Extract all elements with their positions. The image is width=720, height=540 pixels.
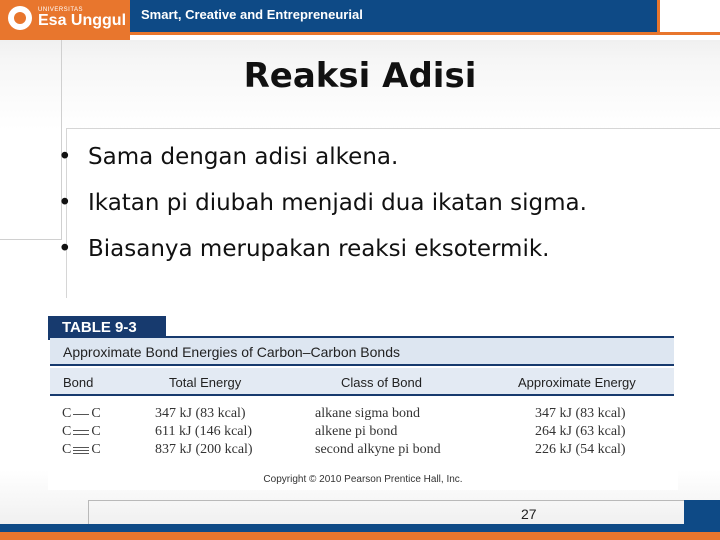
table-caption: Approximate Bond Energies of Carbon–Carb…: [50, 338, 674, 366]
university-logo: UNIVERSITAS Esa Unggul: [8, 6, 126, 30]
footer-blue-stripe: [0, 524, 720, 532]
table-row: C C 347 kJ (83 kcal) alkane sigma bond 3…: [50, 406, 674, 424]
atom-label: C: [91, 406, 101, 421]
table-label: TABLE 9-3: [48, 316, 166, 340]
page-number: 27: [521, 506, 537, 522]
bond-class-cell: alkane sigma bond: [315, 406, 420, 421]
bullet-item: • Sama dengan adisi alkena.: [58, 138, 587, 184]
table-body: C C 347 kJ (83 kcal) alkane sigma bond 3…: [50, 406, 674, 460]
header-divider: [130, 32, 720, 35]
bond-formula: C C: [62, 424, 101, 440]
column-header-total-energy: Total Energy: [169, 375, 242, 390]
atom-label: C: [62, 406, 72, 421]
slide-title: Reaksi Adisi: [243, 56, 477, 96]
copyright-notice: Copyright © 2010 Pearson Prentice Hall, …: [263, 474, 463, 485]
footer-frame: [88, 500, 684, 524]
bond-class-cell: second alkyne pi bond: [315, 442, 441, 457]
bond-energy-table: TABLE 9-3 Approximate Bond Energies of C…: [48, 316, 678, 490]
approx-energy-cell: 226 kJ (54 kcal): [535, 442, 626, 457]
bullet-marker: •: [58, 236, 72, 262]
single-bond-icon: [73, 411, 90, 418]
bond-formula: C C: [62, 406, 101, 422]
bullet-text: Biasanya merupakan reaksi eksotermik.: [88, 236, 550, 262]
logo-emblem-icon: [8, 6, 32, 30]
atom-label: C: [91, 442, 101, 457]
approx-energy-cell: 264 kJ (63 kcal): [535, 424, 626, 439]
footer-orange-stripe: [0, 532, 720, 540]
bullet-item: • Ikatan pi diubah menjadi dua ikatan si…: [58, 184, 587, 230]
total-energy-cell: 347 kJ (83 kcal): [155, 406, 246, 421]
bond-class-cell: alkene pi bond: [315, 424, 398, 439]
bullet-list: • Sama dengan adisi alkena. • Ikatan pi …: [58, 138, 587, 276]
bullet-marker: •: [58, 190, 72, 216]
bullet-item: • Biasanya merupakan reaksi eksotermik.: [58, 230, 587, 276]
tagline: Smart, Creative and Entrepreneurial: [141, 7, 363, 22]
column-header-bond: Bond: [63, 375, 94, 390]
footer-accent-block: [684, 500, 720, 524]
atom-label: C: [62, 424, 72, 439]
logo-name: Esa Unggul: [38, 12, 127, 29]
table-row: C C 837 kJ (200 kcal) second alkyne pi b…: [50, 442, 674, 460]
atom-label: C: [91, 424, 101, 439]
header-bar: UNIVERSITAS Esa Unggul Smart, Creative a…: [0, 0, 720, 40]
total-energy-cell: 611 kJ (146 kcal): [155, 424, 253, 439]
table-row: C C 611 kJ (146 kcal) alkene pi bond 264…: [50, 424, 674, 442]
column-header-approximate-energy: Approximate Energy: [518, 375, 636, 390]
triple-bond-icon: [73, 446, 90, 454]
bullet-text: Sama dengan adisi alkena.: [88, 144, 399, 170]
total-energy-cell: 837 kJ (200 kcal): [155, 442, 253, 457]
atom-label: C: [62, 442, 72, 457]
table-header-row: Bond Total Energy Class of Bond Approxim…: [50, 368, 674, 396]
bullet-marker: •: [58, 144, 72, 170]
bullet-text: Ikatan pi diubah menjadi dua ikatan sigm…: [88, 190, 587, 216]
column-header-class-of-bond: Class of Bond: [341, 375, 422, 390]
double-bond-icon: [73, 429, 90, 436]
bond-formula: C C: [62, 442, 101, 458]
approx-energy-cell: 347 kJ (83 kcal): [535, 406, 626, 421]
logo-panel: UNIVERSITAS Esa Unggul: [0, 0, 130, 40]
